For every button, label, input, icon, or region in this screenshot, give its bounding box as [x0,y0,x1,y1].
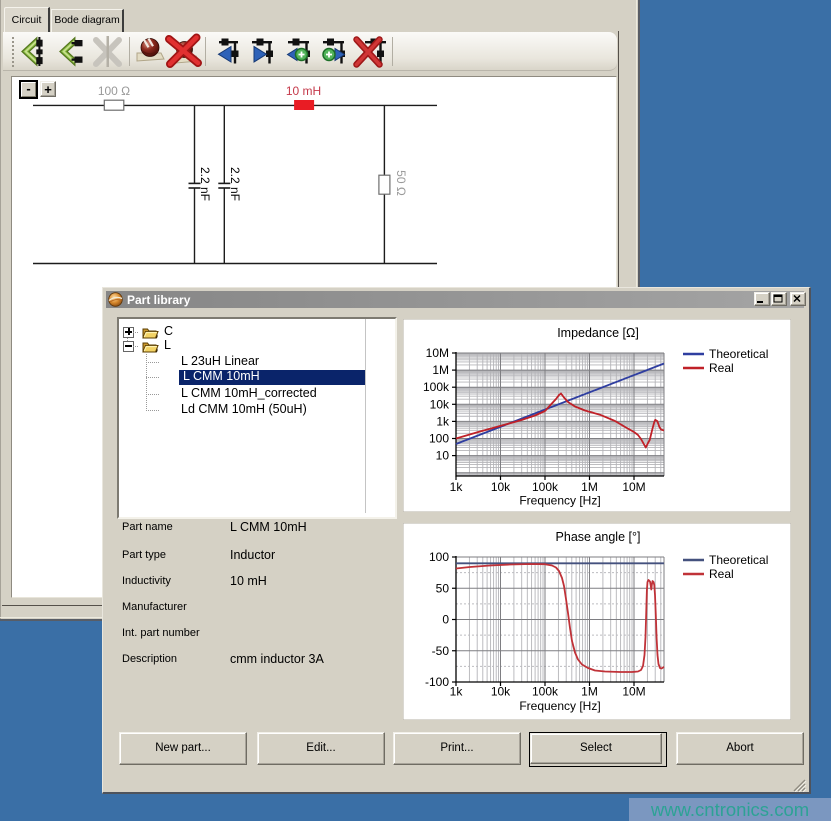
svg-text:Phase angle [°]: Phase angle [°] [556,530,641,544]
svg-text:100k: 100k [423,380,450,394]
svg-text:1M: 1M [581,480,598,494]
svg-text:Frequency [Hz]: Frequency [Hz] [519,699,600,713]
svg-text:50: 50 [436,581,450,595]
svg-text:1M: 1M [432,363,449,377]
svg-text:1M: 1M [581,685,598,699]
svg-text:100: 100 [429,432,449,446]
svg-text:10k: 10k [430,397,450,411]
svg-text:10: 10 [436,449,450,463]
svg-text:Impedance [Ω]: Impedance [Ω] [557,326,639,340]
svg-text:10k: 10k [491,480,511,494]
svg-text:10M: 10M [426,346,449,360]
svg-text:1k: 1k [450,480,464,494]
svg-text:Real: Real [709,567,734,581]
svg-text:100k: 100k [532,685,559,699]
svg-text:Frequency [Hz]: Frequency [Hz] [519,494,600,508]
svg-text:-50: -50 [432,644,450,658]
svg-text:100k: 100k [532,480,559,494]
svg-text:10M: 10M [622,480,645,494]
svg-text:1k: 1k [450,685,464,699]
svg-text:10k: 10k [491,685,511,699]
svg-text:100: 100 [429,550,449,564]
svg-text:0: 0 [442,613,449,627]
svg-text:Theoretical: Theoretical [709,553,768,567]
svg-text:Real: Real [709,361,734,375]
svg-text:10M: 10M [622,685,645,699]
svg-text:-100: -100 [425,675,449,689]
svg-text:Theoretical: Theoretical [709,347,768,361]
svg-text:1k: 1k [436,414,450,428]
